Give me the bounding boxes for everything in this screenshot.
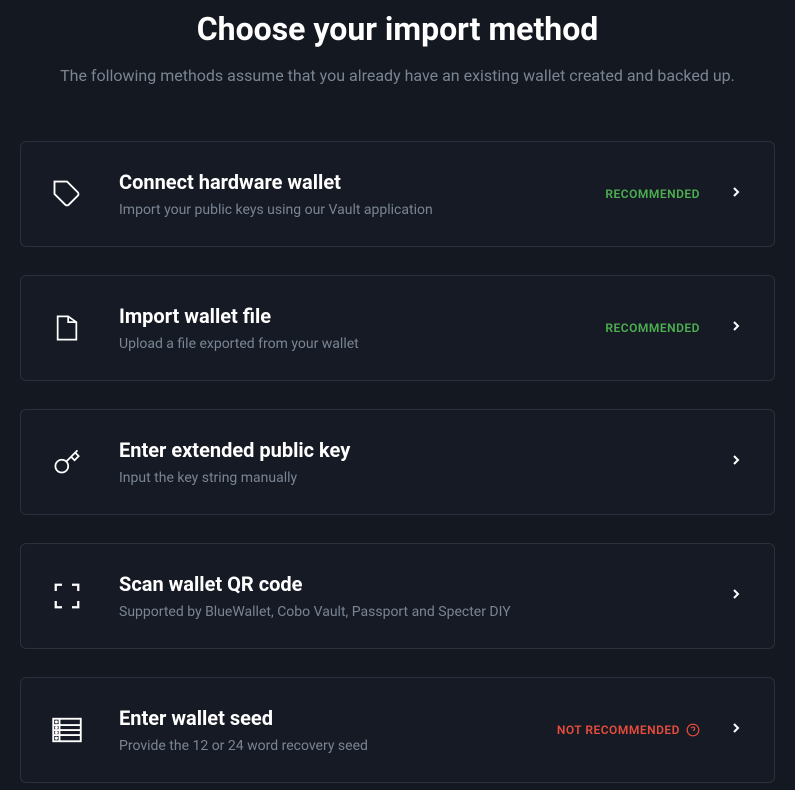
tag-icon [51, 178, 83, 210]
chevron-right-icon [728, 586, 744, 606]
option-connect-hardware-wallet[interactable]: Connect hardware wallet Import your publ… [20, 141, 775, 247]
recommended-badge: RECOMMENDED [605, 321, 700, 335]
option-description: Supported by BlueWallet, Cobo Vault, Pas… [119, 604, 728, 620]
page-subtitle: The following methods assume that you al… [20, 66, 775, 85]
option-enter-wallet-seed[interactable]: Enter wallet seed Provide the 12 or 24 w… [20, 677, 775, 783]
chevron-right-icon [728, 452, 744, 472]
option-import-wallet-file[interactable]: Import wallet file Upload a file exporte… [20, 275, 775, 381]
option-title: Import wallet file [119, 304, 605, 328]
chevron-right-icon [728, 318, 744, 338]
scan-icon [51, 580, 83, 612]
option-scan-wallet-qr-code[interactable]: Scan wallet QR code Supported by BlueWal… [20, 543, 775, 649]
recommended-badge: RECOMMENDED [605, 187, 700, 201]
option-title: Enter wallet seed [119, 706, 557, 730]
option-title: Enter extended public key [119, 438, 728, 462]
option-description: Upload a file exported from your wallet [119, 336, 605, 352]
chevron-right-icon [728, 184, 744, 204]
option-description: Input the key string manually [119, 470, 728, 486]
option-description: Import your public keys using our Vault … [119, 202, 605, 218]
help-circle-icon [686, 723, 700, 737]
not-recommended-label: NOT RECOMMENDED [557, 723, 680, 737]
option-description: Provide the 12 or 24 word recovery seed [119, 738, 557, 754]
file-icon [51, 312, 83, 344]
list-icon [51, 714, 83, 746]
key-icon [51, 446, 83, 478]
not-recommended-badge: NOT RECOMMENDED [557, 723, 700, 737]
option-title: Scan wallet QR code [119, 572, 728, 596]
option-enter-extended-public-key[interactable]: Enter extended public key Input the key … [20, 409, 775, 515]
chevron-right-icon [728, 720, 744, 740]
option-title: Connect hardware wallet [119, 170, 605, 194]
page-title: Choose your import method [20, 10, 775, 48]
